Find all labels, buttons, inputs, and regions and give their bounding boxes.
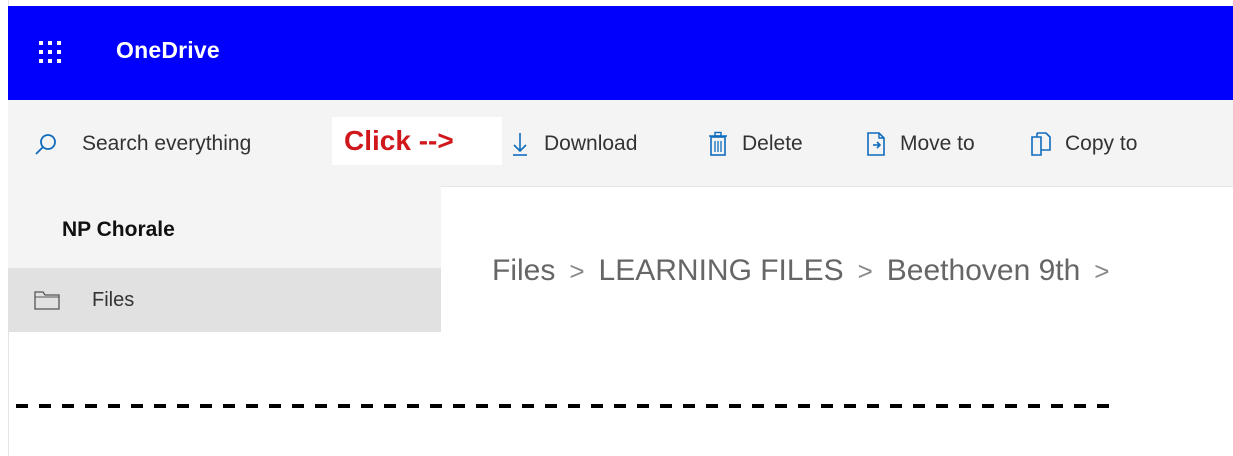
- delete-button[interactable]: Delete: [706, 126, 803, 162]
- click-callout: Click -->: [332, 117, 502, 165]
- app-launcher-icon[interactable]: [38, 40, 62, 64]
- sidebar-item-files[interactable]: Files: [8, 268, 441, 332]
- onedrive-page: OneDrive Search everything Click --> Dow…: [0, 0, 1233, 456]
- breadcrumb-separator: >: [569, 255, 585, 286]
- search-placeholder: Search everything: [82, 132, 252, 155]
- download-button[interactable]: Download: [508, 126, 637, 162]
- delete-label: Delete: [742, 132, 803, 155]
- site-name[interactable]: NP Chorale: [62, 218, 175, 242]
- breadcrumb-item-learning-files[interactable]: LEARNING FILES: [599, 254, 844, 288]
- breadcrumb-separator: >: [1094, 255, 1110, 286]
- copy-to-button[interactable]: Copy to: [1029, 126, 1137, 162]
- trash-icon: [709, 131, 727, 156]
- move-to-label: Move to: [900, 132, 975, 155]
- download-icon: [513, 133, 527, 156]
- sidebar-item-label: Files: [92, 288, 135, 311]
- copy-to-icon: [1031, 132, 1051, 156]
- dashed-divider: [16, 404, 1120, 408]
- search-box[interactable]: Search everything: [34, 126, 251, 162]
- move-to-button[interactable]: Move to: [864, 126, 975, 162]
- download-label: Download: [544, 132, 638, 155]
- app-title[interactable]: OneDrive: [116, 37, 220, 64]
- command-bar: Search everything Click --> Download Del: [8, 100, 1233, 187]
- folder-icon: [34, 291, 60, 310]
- callout-text: Click -->: [344, 125, 454, 156]
- move-to-icon: [867, 132, 885, 156]
- left-navigation: NP Chorale Files: [8, 186, 441, 332]
- app-header: OneDrive: [8, 6, 1233, 100]
- breadcrumb-item-files[interactable]: Files: [492, 254, 555, 288]
- breadcrumb-item-beethoven-9th[interactable]: Beethoven 9th: [887, 254, 1081, 288]
- copy-to-label: Copy to: [1065, 132, 1138, 155]
- breadcrumb: Files > LEARNING FILES > Beethoven 9th >: [492, 254, 1123, 288]
- breadcrumb-separator: >: [857, 255, 873, 286]
- search-icon: [35, 134, 56, 155]
